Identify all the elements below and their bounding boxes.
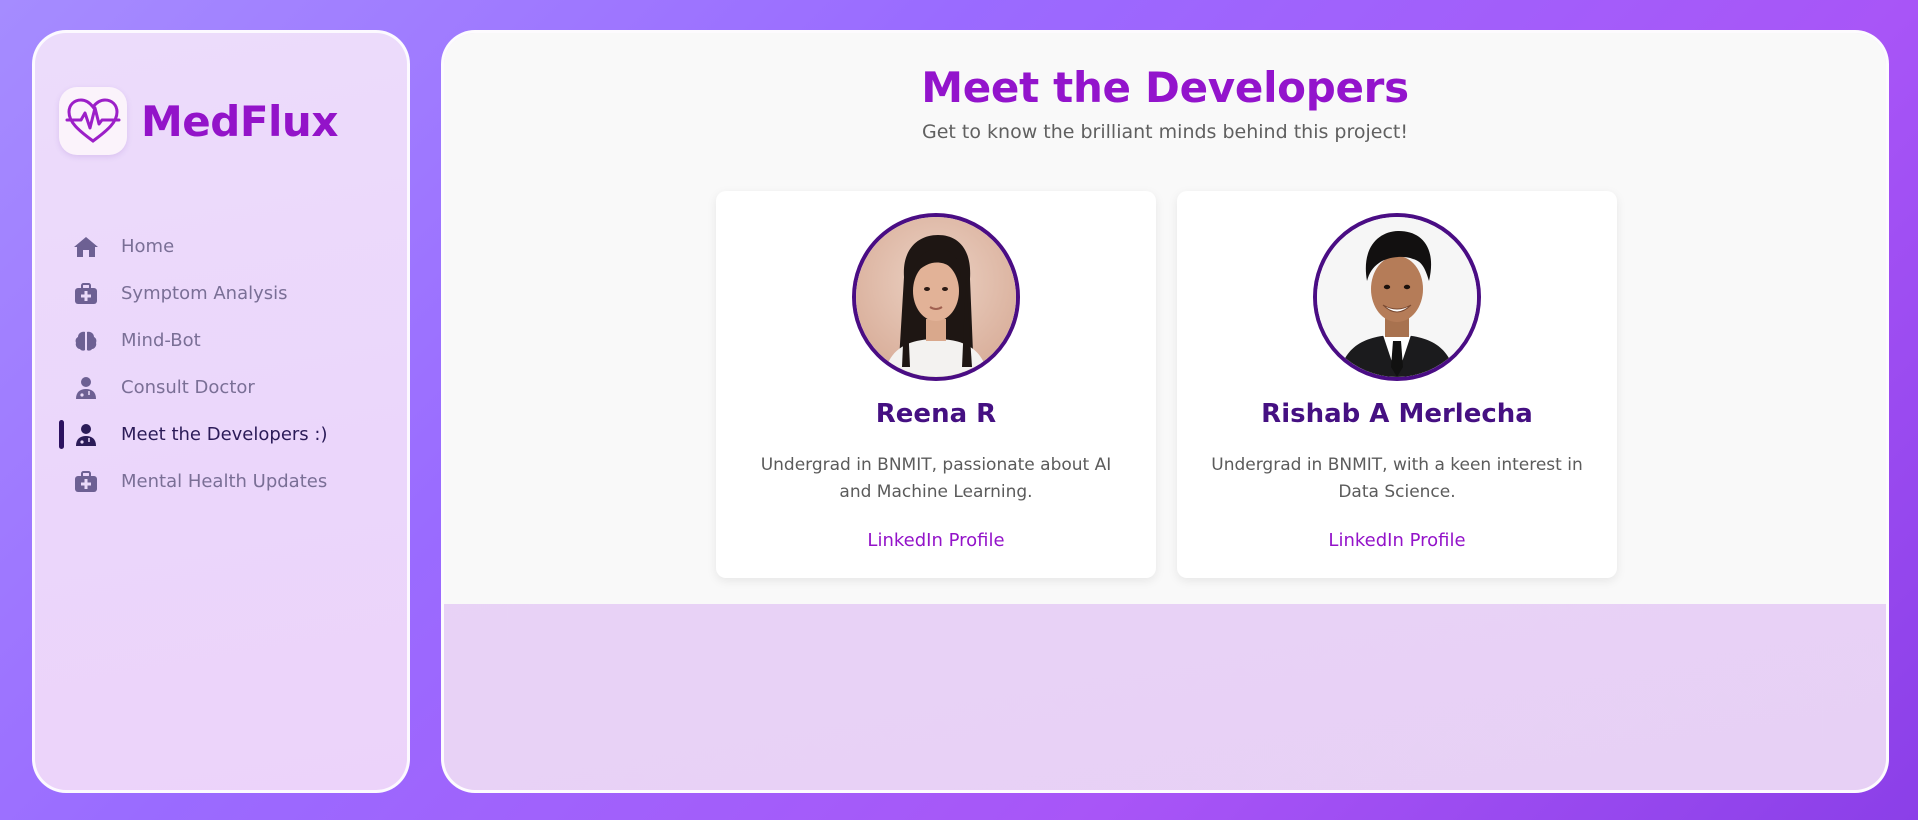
developer-name: Rishab A Merlecha — [1261, 399, 1533, 429]
developer-card: Reena R Undergrad in BNMIT, passionate a… — [716, 191, 1156, 578]
sidebar-item-label: Consult Doctor — [121, 377, 255, 398]
linkedin-profile-link[interactable]: LinkedIn Profile — [716, 530, 1156, 551]
brand[interactable]: MedFlux — [59, 87, 338, 155]
sidebar-item-label: Home — [121, 236, 175, 257]
medkit-icon — [73, 469, 99, 495]
sidebar-item-mental-health-updates[interactable]: Mental Health Updates — [35, 458, 407, 505]
avatar — [1313, 213, 1481, 381]
sidebar-item-label: Symptom Analysis — [121, 283, 288, 304]
medkit-icon — [73, 281, 99, 307]
sidebar-item-home[interactable]: Home — [35, 223, 407, 270]
sidebar: MedFlux Home Symptom Analysis Mind-Bot C… — [32, 30, 410, 793]
sidebar-nav: Home Symptom Analysis Mind-Bot Consult D… — [35, 223, 407, 505]
developer-description: Undergrad in BNMIT, with a keen interest… — [1211, 455, 1583, 502]
sidebar-item-meet-the-developers[interactable]: Meet the Developers :) — [35, 411, 407, 458]
page-subtitle: Get to know the brilliant minds behind t… — [922, 121, 1408, 143]
developer-description: Undergrad in BNMIT, passionate about AI … — [760, 455, 1112, 502]
developer-name: Reena R — [875, 399, 997, 429]
avatar — [852, 213, 1020, 381]
doctor-icon — [73, 375, 99, 401]
sidebar-item-label: Meet the Developers :) — [121, 424, 328, 445]
linkedin-profile-link[interactable]: LinkedIn Profile — [1177, 530, 1617, 551]
developers-section: Meet the Developers Get to know the bril… — [444, 33, 1886, 604]
active-indicator — [59, 420, 64, 449]
sidebar-item-label: Mental Health Updates — [121, 471, 328, 492]
heart-pulse-logo-icon — [59, 87, 127, 155]
sidebar-item-symptom-analysis[interactable]: Symptom Analysis — [35, 270, 407, 317]
brain-icon — [73, 328, 99, 354]
sidebar-item-label: Mind-Bot — [121, 330, 201, 351]
sidebar-item-consult-doctor[interactable]: Consult Doctor — [35, 364, 407, 411]
developer-card: Rishab A Merlecha Undergrad in BNMIT, wi… — [1177, 191, 1617, 578]
doctor-icon — [73, 422, 99, 448]
sidebar-item-mind-bot[interactable]: Mind-Bot — [35, 317, 407, 364]
home-icon — [73, 234, 99, 260]
brand-name: MedFlux — [141, 96, 338, 146]
main-panel: Meet the Developers Get to know the bril… — [441, 30, 1889, 793]
page-title: Meet the Developers — [921, 63, 1409, 112]
